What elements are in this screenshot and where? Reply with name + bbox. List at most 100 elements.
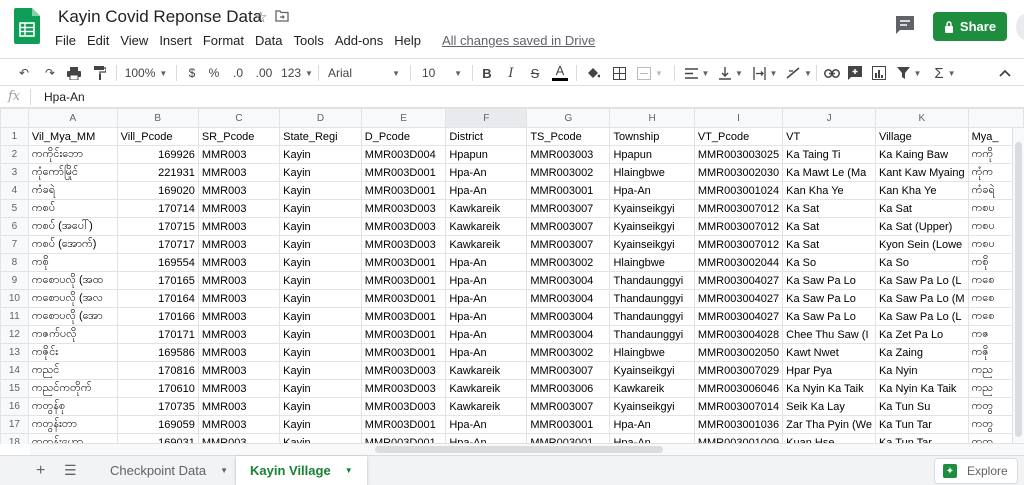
cell[interactable]: MMR003007 [526,235,611,254]
strikethrough-button[interactable]: S [527,63,543,83]
move-folder-icon[interactable] [275,9,290,26]
cell[interactable]: MMR003D003 [360,235,447,254]
cell[interactable]: Kayin [279,343,362,362]
cell[interactable]: MMR003D001 [360,325,447,344]
row-header[interactable]: 18 [0,433,29,444]
row-header[interactable]: 2 [0,145,29,164]
cell[interactable]: ကံခရဲ [27,181,118,200]
cell[interactable]: ကတွန်စု [27,397,118,416]
chevron-down-icon[interactable]: ▼ [220,466,228,475]
cell[interactable]: 170717 [116,235,199,254]
cell[interactable]: MMR003D004 [360,145,447,164]
cell[interactable]: Thandaunggyi [609,325,695,344]
percent-format-button[interactable]: % [206,63,222,83]
row-header[interactable]: 6 [0,217,29,236]
cell[interactable]: Kan Kha Ye [874,181,969,200]
cell[interactable]: MMR003 [197,163,281,182]
cell[interactable]: Ka Saw Pa Lo (M [874,289,969,308]
cell[interactable]: Ka Zaing [874,343,969,362]
italic-button[interactable]: I [503,63,519,83]
horizontal-align-icon[interactable]: ▼ [682,63,712,83]
cell[interactable]: MMR003007012 [693,217,784,236]
cell[interactable]: MMR003 [197,181,281,200]
cell[interactable]: Thandaunggyi [609,289,695,308]
cell[interactable]: Kyainseikgyi [609,235,695,254]
cell[interactable]: Kayin [279,325,362,344]
cell[interactable]: MMR003004028 [693,325,784,344]
cell[interactable]: Kayin [279,397,362,416]
cell[interactable]: ကစောပလို (အော [27,307,118,326]
cell[interactable]: MMR003D003 [360,397,447,416]
insert-chart-icon[interactable] [870,63,888,83]
cell[interactable]: Hpa-An [445,163,528,182]
cell[interactable]: Ka Saw Pa Lo [782,307,876,326]
row-header[interactable]: 14 [0,361,29,380]
cell[interactable]: Kyainseikgyi [609,397,695,416]
add-sheet-icon[interactable]: + [36,462,45,480]
cell[interactable]: Kayin [279,289,362,308]
borders-icon[interactable] [610,63,628,83]
cell[interactable]: Kawkareik [445,199,528,218]
formula-input[interactable]: Hpa-An [44,90,85,104]
cell[interactable]: MMR003003025 [693,145,784,164]
cell[interactable]: MMR003 [197,289,281,308]
cell[interactable]: 169586 [116,343,199,362]
cell[interactable]: Kayin [279,307,362,326]
text-color-button[interactable]: A [552,63,568,81]
row-header[interactable]: 13 [0,343,29,362]
column-header[interactable]: D [279,108,362,128]
cell[interactable]: Thandaunggyi [609,271,695,290]
text-wrapping-icon[interactable]: ▼ [750,63,780,83]
cell[interactable]: Kyainseikgyi [609,361,695,380]
cell[interactable]: Kayin [279,379,362,398]
cell[interactable]: MMR003D003 [360,217,447,236]
cell[interactable]: MMR003002050 [693,343,784,362]
cell[interactable]: ကစပ် (အောက်) [27,235,118,254]
cell[interactable]: Kyon Sein (Lowe [874,235,969,254]
more-formats-button[interactable]: 123 ▼ [280,63,314,83]
cell[interactable]: Vil_Mya_MM [27,127,118,146]
redo-icon[interactable]: ↷ [40,63,60,83]
cell[interactable]: MMR003001 [526,415,611,434]
column-header[interactable]: F [445,108,528,128]
cell[interactable]: Kawkareik [445,217,528,236]
cell[interactable]: MMR003 [197,217,281,236]
cell[interactable]: MMR003D001 [360,181,447,200]
cell[interactable]: ကကိုင်းဘော [27,145,118,164]
vertical-scroll-thumb[interactable] [1015,142,1022,437]
cell[interactable]: Ka Tun Su [874,397,969,416]
cell[interactable]: Hlaingbwe [609,163,695,182]
cell[interactable]: MMR003002030 [693,163,784,182]
menu-edit[interactable]: Edit [83,33,113,48]
cell[interactable]: 170166 [116,307,199,326]
cell[interactable]: Village [874,127,969,146]
cell[interactable]: MMR003007012 [693,235,784,254]
cell[interactable]: Kayin [279,145,362,164]
cell[interactable]: Vill_Pcode [116,127,199,146]
column-header[interactable]: E [360,108,447,128]
zoom-select[interactable]: 100% ▼ [122,63,170,83]
cell[interactable]: Kayin [279,253,362,272]
cell[interactable]: ကစောပလို (အလ [27,289,118,308]
cell[interactable]: 170610 [116,379,199,398]
cell[interactable]: Kawt Nwet [782,343,876,362]
cell[interactable]: 170715 [116,217,199,236]
cell[interactable]: Ka Nyin [874,361,969,380]
cell[interactable]: Kayin [279,415,362,434]
column-header[interactable]: I [693,108,784,128]
cell[interactable]: TS_Pcode [526,127,611,146]
row-header[interactable]: 12 [0,325,29,344]
cell[interactable]: Hpar Pya [782,361,876,380]
cell[interactable]: Thandaunggyi [609,307,695,326]
cell[interactable]: MMR003002044 [693,253,784,272]
cell[interactable]: MMR003006 [526,379,611,398]
cell[interactable]: 170714 [116,199,199,218]
cell[interactable]: VT_Pcode [693,127,784,146]
cell[interactable]: ကစပ် [27,199,118,218]
vertical-scrollbar[interactable] [1012,128,1024,444]
cell[interactable]: MMR003D001 [360,289,447,308]
column-header[interactable]: C [197,108,281,128]
column-header[interactable] [967,108,1024,128]
column-header[interactable]: A [27,108,118,128]
menu-addons[interactable]: Add-ons [331,33,387,48]
